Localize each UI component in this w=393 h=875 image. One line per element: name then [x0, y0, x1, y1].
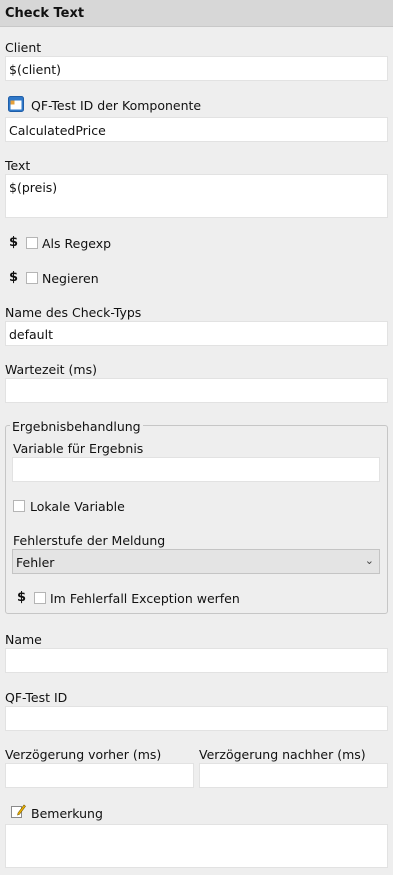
component-window-icon [8, 96, 24, 115]
wait-time-label: Wartezeit (ms) [5, 362, 97, 377]
error-level-label: Fehlerstufe der Meldung [13, 533, 166, 548]
note-pencil-icon [10, 803, 26, 822]
text-field[interactable]: $(preis) [5, 174, 388, 218]
error-level-value: Fehler [16, 555, 55, 570]
chevron-down-icon: ⌄ [364, 554, 374, 567]
negate-label: Negieren [42, 271, 99, 286]
result-variable-field[interactable] [12, 457, 380, 482]
delay-before-label: Verzögerung vorher (ms) [5, 747, 162, 762]
qftest-id-label: QF-Test ID [5, 690, 68, 705]
delay-after-field[interactable] [199, 763, 388, 788]
check-type-label: Name des Check-Typs [5, 305, 142, 320]
component-id-field[interactable]: CalculatedPrice [5, 117, 388, 142]
panel-title: Check Text [0, 0, 393, 27]
local-variable-checkbox[interactable] [13, 500, 25, 512]
name-label: Name [5, 632, 42, 647]
check-type-field[interactable]: default [5, 321, 388, 346]
client-label: Client [5, 40, 42, 55]
negate-checkbox[interactable] [26, 272, 38, 284]
exception-label: Im Fehlerfall Exception werfen [50, 591, 240, 606]
delay-after-label: Verzögerung nachher (ms) [199, 747, 366, 762]
result-variable-label: Variable für Ergebnis [13, 441, 144, 456]
name-field[interactable] [5, 648, 388, 673]
qftest-id-field[interactable] [5, 706, 388, 731]
component-id-label: QF-Test ID der Komponente [31, 98, 202, 113]
comment-field[interactable] [5, 824, 388, 868]
client-field[interactable]: $(client) [5, 56, 388, 81]
local-variable-label: Lokale Variable [30, 499, 125, 514]
result-handling-legend: Ergebnisbehandlung [10, 419, 143, 434]
wait-time-field[interactable] [5, 378, 388, 403]
negate-variable-dollar-icon: $ [9, 270, 19, 285]
delay-before-field[interactable] [5, 763, 194, 788]
text-label: Text [5, 158, 31, 173]
comment-label: Bemerkung [31, 806, 103, 821]
regexp-variable-dollar-icon: $ [9, 235, 19, 250]
exception-variable-dollar-icon: $ [17, 590, 27, 605]
error-level-select[interactable]: Fehler ⌄ [12, 549, 380, 574]
regexp-checkbox[interactable] [26, 237, 38, 249]
regexp-label: Als Regexp [42, 236, 112, 251]
exception-checkbox[interactable] [34, 592, 46, 604]
